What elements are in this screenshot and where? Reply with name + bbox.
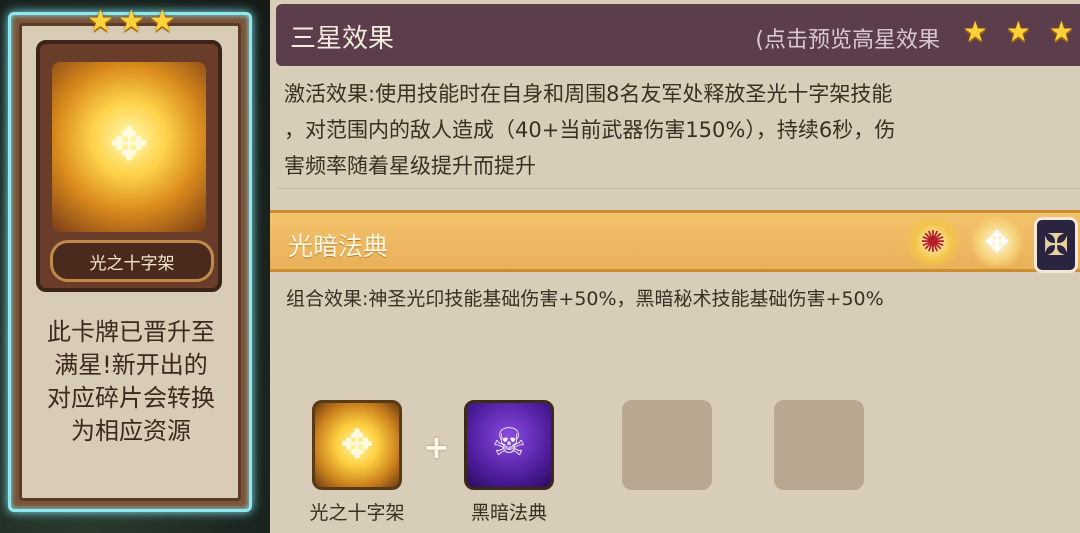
card-panel[interactable]: ★ ★ ★ ✥ 光之十字架 此卡牌已晋升至 满星!新开出的 对应碎片会转换 为相… [8, 7, 252, 512]
empty-slot[interactable] [622, 400, 712, 490]
preview-stars[interactable]: ★ ★ ★ [963, 18, 1074, 46]
slot-label: 黑暗法典 [470, 502, 547, 524]
card-art-frame: ✥ 光之十字架 [36, 40, 222, 292]
preview-high-star-link[interactable]: (点击预览高星效果 [755, 22, 940, 54]
card-art: ✥ [52, 62, 206, 232]
star-icon[interactable]: ★ [963, 18, 988, 46]
star-effect-header: 三星效果 (点击预览高星效果 ★ ★ ★ [276, 4, 1080, 66]
holy-cross-icon[interactable]: ✥ [970, 217, 1024, 267]
card-stars: ★ ★ ★ [87, 7, 176, 37]
combo-bar: 光暗法典 ✺ ✥ ✠ [270, 210, 1080, 273]
star-icon: ★ [148, 4, 176, 39]
detail-panel: 三星效果 (点击预览高星效果 ★ ★ ★ 激活效果:使用技能时在自身和周围8名友… [270, 0, 1080, 533]
card-description: 此卡牌已晋升至 满星!新开出的 对应碎片会转换 为相应资源 [47, 318, 215, 445]
card-body: ✥ 光之十字架 此卡牌已晋升至 满星!新开出的 对应碎片会转换 为相应资源 [19, 23, 241, 501]
card-name: 光之十字架 [50, 240, 214, 282]
header-title: 三星效果 [290, 24, 395, 54]
slot-holy-cross[interactable]: ✥ [312, 400, 402, 490]
empty-slot[interactable] [774, 400, 864, 490]
plus-icon: + [423, 428, 450, 466]
star-icon[interactable]: ★ [1006, 18, 1031, 46]
star-icon[interactable]: ★ [1049, 18, 1074, 46]
combo-effect-text: 组合效果:神圣光印技能基础伤害+50%，黑暗秘术技能基础伤害+50% [286, 288, 884, 310]
star-icon: ★ [87, 4, 114, 39]
divider [276, 188, 1080, 189]
golden-emblem-icon[interactable]: ✺ [906, 217, 960, 267]
star-icon: ★ [117, 4, 145, 39]
combo-icons: ✺ ✥ ✠ [906, 217, 1078, 273]
skull-icon: ☠ [491, 419, 527, 464]
holy-cross-icon: ✥ [109, 116, 149, 171]
slot-label: 光之十字架 [309, 502, 405, 524]
slot-dark-tome[interactable]: ☠ [464, 400, 554, 490]
activation-effect-text: 激活效果:使用技能时在自身和周围8名友军处释放圣光十字架技能 ，对范围内的敌人造… [284, 82, 896, 178]
holy-cross-icon: ✥ [340, 422, 374, 468]
combo-title: 光暗法典 [288, 232, 389, 261]
dark-tome-icon[interactable]: ✠ [1034, 217, 1078, 273]
